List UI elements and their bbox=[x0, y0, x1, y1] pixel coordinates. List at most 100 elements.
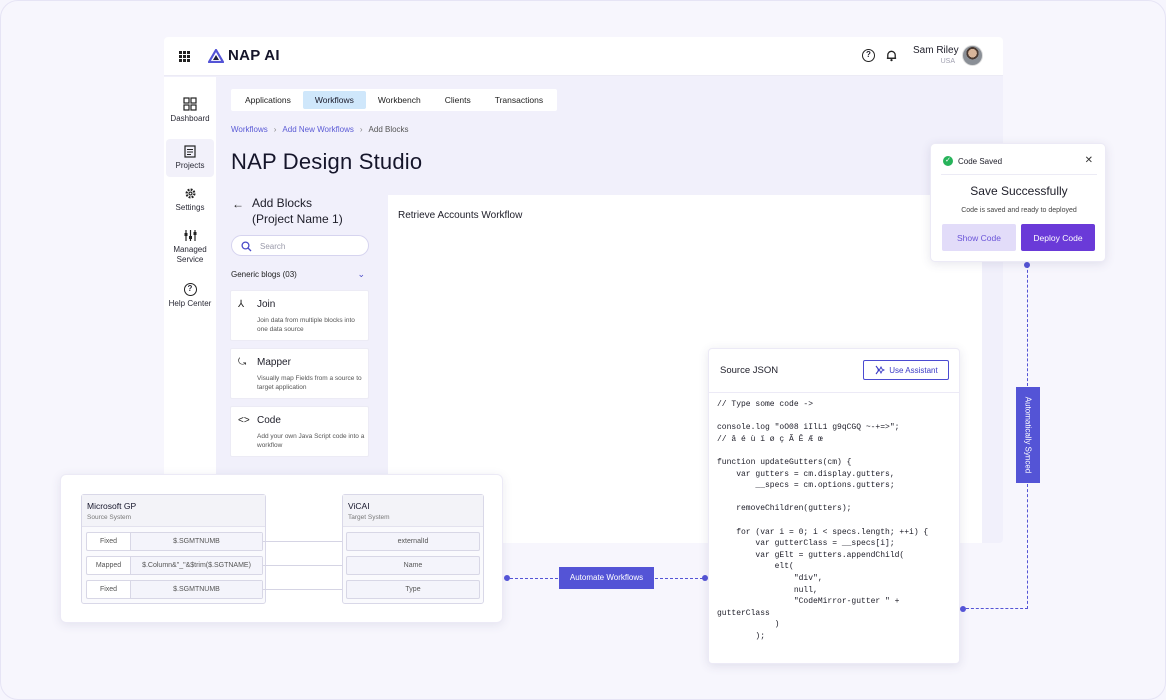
target-field[interactable]: Name bbox=[346, 556, 480, 575]
managed-service-icon bbox=[184, 230, 196, 241]
avatar[interactable] bbox=[962, 45, 983, 66]
target-system-subtitle: Target System bbox=[348, 514, 390, 521]
block-name: Mapper bbox=[257, 357, 291, 368]
sidebar-item-label: Managed Service bbox=[173, 245, 207, 264]
tab-bar: Applications Workflows Workbench Clients… bbox=[231, 89, 558, 111]
mapping-type: Mapped bbox=[87, 557, 131, 574]
mapping-row[interactable]: Fixed $.SGMTNUMB bbox=[86, 532, 263, 551]
source-json-card: Source JSON Use Assistant // Type some c… bbox=[708, 348, 960, 664]
target-field[interactable]: Type bbox=[346, 580, 480, 599]
dashed-connector bbox=[1027, 265, 1028, 386]
code-editor[interactable]: // Type some code -> console.log "oO08 i… bbox=[717, 399, 928, 642]
mapping-connector bbox=[263, 541, 345, 542]
mapping-type: Fixed bbox=[87, 533, 131, 550]
block-card-mapper[interactable]: ⤿ Mapper Visually map Fields from a sour… bbox=[230, 348, 369, 399]
tab-transactions[interactable]: Transactions bbox=[483, 91, 555, 109]
top-bar: NAP AI ? Sam Riley USA bbox=[164, 37, 1003, 76]
add-blocks-title: Add Blocks (Project Name 1) bbox=[252, 195, 343, 227]
projects-icon bbox=[184, 145, 196, 158]
sidebar-item-help-center[interactable]: ? Help Center bbox=[166, 283, 214, 309]
target-system-title: ViCAI bbox=[348, 501, 370, 511]
automatically-synced-label: Automatically Synced bbox=[1023, 396, 1033, 474]
breadcrumb: Workflows › Add New Workflows › Add Bloc… bbox=[231, 125, 409, 134]
mapping-value: $.SGMTNUMB bbox=[131, 581, 262, 598]
show-code-button[interactable]: Show Code bbox=[942, 224, 1016, 251]
source-system-box: Microsoft GP Source System Fixed $.SGMTN… bbox=[81, 494, 266, 604]
code-saved-toast: ✓ Code Saved ✕ Save Successfully Code is… bbox=[930, 143, 1106, 262]
add-blocks-heading: Add Blocks bbox=[252, 196, 313, 210]
connector-dot bbox=[1024, 262, 1030, 268]
search-input[interactable] bbox=[260, 239, 360, 253]
logo-text: NAP AI bbox=[228, 47, 280, 64]
logo[interactable]: NAP AI bbox=[208, 47, 280, 64]
toast-divider bbox=[941, 174, 1097, 175]
block-description: Join data from multiple blocks into one … bbox=[257, 317, 355, 333]
breadcrumb-workflows[interactable]: Workflows bbox=[231, 125, 268, 134]
dashed-connector bbox=[655, 578, 703, 579]
tab-applications[interactable]: Applications bbox=[233, 91, 303, 109]
connector-dot bbox=[960, 606, 966, 612]
mapping-card: Microsoft GP Source System Fixed $.SGMTN… bbox=[60, 474, 503, 623]
target-system-box: ViCAI Target System externalId Name Type bbox=[342, 494, 484, 604]
block-group-header[interactable]: Generic blogs (03) ⌄ bbox=[231, 269, 367, 280]
dashed-connector bbox=[966, 608, 1028, 609]
breadcrumb-add-blocks: Add Blocks bbox=[368, 125, 409, 134]
chevron-down-icon[interactable]: ⌄ bbox=[357, 269, 365, 280]
block-card-join[interactable]: ⅄ Join Join data from multiple blocks in… bbox=[230, 290, 369, 341]
dashed-connector bbox=[1027, 484, 1028, 609]
sidebar-item-settings[interactable]: Settings bbox=[166, 187, 214, 213]
close-icon[interactable]: ✕ bbox=[1085, 155, 1093, 166]
back-arrow-icon[interactable]: ← bbox=[232, 197, 244, 211]
canvas-title: Retrieve Accounts Workflow bbox=[398, 210, 523, 221]
tab-clients[interactable]: Clients bbox=[433, 91, 483, 109]
toast-title: Save Successfully bbox=[970, 184, 1068, 198]
mapping-connector bbox=[263, 589, 345, 590]
merge-icon: ⅄ bbox=[238, 299, 245, 310]
search-icon bbox=[241, 241, 252, 252]
sidebar-item-dashboard[interactable]: Dashboard bbox=[166, 97, 214, 124]
target-field[interactable]: externalId bbox=[346, 532, 480, 551]
mapping-row[interactable]: Fixed $.SGMTNUMB bbox=[86, 580, 263, 599]
sidebar-item-label: Settings bbox=[175, 203, 205, 212]
block-name: Join bbox=[257, 299, 276, 310]
source-json-title: Source JSON bbox=[720, 365, 779, 376]
sidebar-item-label: Projects bbox=[175, 161, 205, 170]
help-icon[interactable]: ? bbox=[862, 49, 875, 62]
user-info[interactable]: Sam Riley USA bbox=[913, 45, 959, 65]
dashed-connector bbox=[510, 578, 558, 579]
use-assistant-button[interactable]: Use Assistant bbox=[863, 360, 949, 380]
mapping-type: Fixed bbox=[87, 581, 131, 598]
breadcrumb-separator-icon: › bbox=[359, 125, 363, 134]
check-circle-icon: ✓ bbox=[943, 156, 953, 166]
block-description: Visually map Fields from a source to tar… bbox=[257, 375, 362, 391]
user-name: Sam Riley bbox=[913, 45, 959, 56]
breadcrumb-add-new-workflows[interactable]: Add New Workflows bbox=[282, 125, 353, 134]
project-name: (Project Name 1) bbox=[252, 212, 343, 226]
toast-header: ✓ Code Saved bbox=[943, 156, 1002, 166]
bell-icon[interactable] bbox=[885, 49, 898, 62]
mapping-connector bbox=[263, 565, 345, 566]
toast-header-label: Code Saved bbox=[958, 156, 1003, 166]
dashboard-icon bbox=[183, 97, 197, 111]
logo-triangle-icon bbox=[208, 48, 224, 63]
tab-workbench[interactable]: Workbench bbox=[366, 91, 433, 109]
block-group-label: Generic blogs (03) bbox=[231, 270, 297, 279]
page-title: NAP Design Studio bbox=[231, 149, 423, 174]
help-icon: ? bbox=[183, 283, 197, 296]
block-description: Add your own Java Script code into a wor… bbox=[257, 433, 365, 449]
user-location: USA bbox=[940, 58, 955, 65]
mapping-value: $.SGMTNUMB bbox=[131, 533, 262, 550]
sidebar-item-label: Dashboard bbox=[170, 114, 210, 123]
automatically-synced-badge: Automatically Synced bbox=[1016, 387, 1040, 483]
breadcrumb-separator-icon: › bbox=[273, 125, 277, 134]
code-icon: <> bbox=[238, 415, 250, 426]
tab-workflows[interactable]: Workflows bbox=[302, 91, 366, 109]
mapping-row[interactable]: Mapped $.Column&"_"&$trim($.SGTNAME) bbox=[86, 556, 263, 575]
sidebar-item-managed-service[interactable]: Managed Service bbox=[166, 229, 214, 265]
sidebar-item-projects[interactable]: Projects bbox=[166, 139, 214, 177]
block-card-code[interactable]: <> Code Add your own Java Script code in… bbox=[230, 406, 369, 457]
search-box bbox=[231, 235, 369, 256]
deploy-code-button[interactable]: Deploy Code bbox=[1021, 224, 1095, 251]
sidebar-item-label: Help Center bbox=[168, 299, 212, 308]
apps-grid-icon[interactable] bbox=[179, 51, 190, 62]
